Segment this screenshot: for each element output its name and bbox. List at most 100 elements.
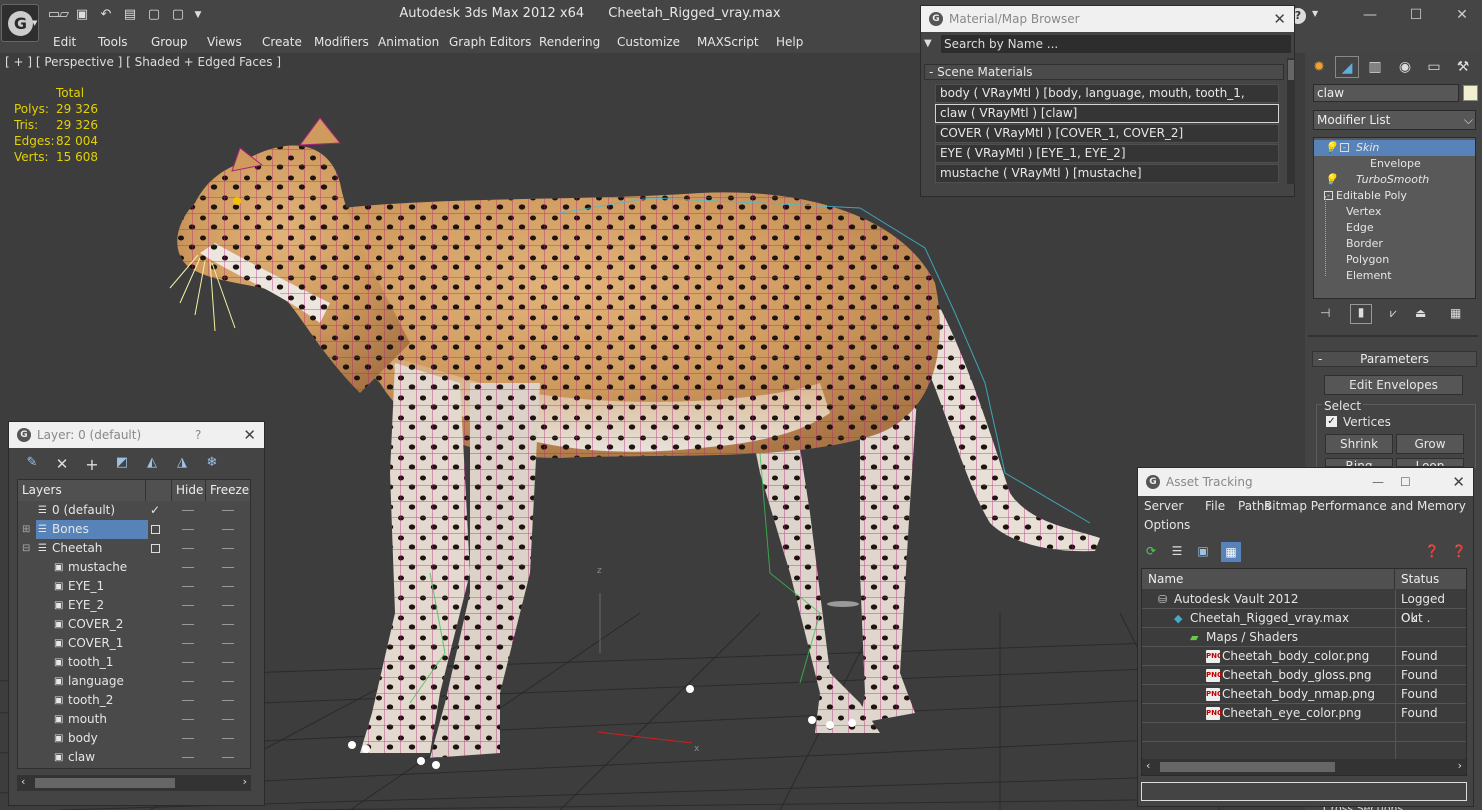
browser-options-icon[interactable]: ▼ <box>924 38 932 49</box>
minimize-icon[interactable]: — <box>1352 5 1388 25</box>
menu-create[interactable]: Create <box>262 33 302 51</box>
close-icon[interactable]: ✕ <box>243 422 256 448</box>
menu-file[interactable]: File <box>1205 499 1225 513</box>
asset-row[interactable]: ⛁ Autodesk Vault 2012 Logged Out . <box>1142 590 1466 625</box>
modifier-list-dropdown[interactable]: Modifier List ⌵ <box>1313 110 1476 130</box>
edit-envelopes-button[interactable]: Edit Envelopes <box>1324 375 1463 395</box>
menu-bitmap-performance[interactable]: Bitmap Performance and Memory <box>1264 499 1466 513</box>
hide-all-icon[interactable]: ◮ <box>172 455 192 473</box>
material-item[interactable]: claw ( VRayMtl ) [claw] <box>935 104 1279 123</box>
quick-access-dropdown-icon[interactable]: ▼ <box>190 7 206 23</box>
menu-graph-editors[interactable]: Graph Editors <box>449 33 531 51</box>
expand-icon[interactable]: ⊟ <box>22 539 30 558</box>
object-name-input[interactable]: claw <box>1313 84 1459 102</box>
hold-icon[interactable]: ▢ <box>146 7 162 23</box>
stack-item-skin[interactable]: 💡 - Skin <box>1314 140 1475 156</box>
freeze-toggle[interactable] <box>222 510 234 511</box>
stack-item-border[interactable]: Border <box>1314 236 1475 252</box>
collapse-icon[interactable]: - <box>1340 143 1349 152</box>
hide-toggle[interactable] <box>182 605 194 606</box>
list-view-icon[interactable]: ☰ <box>1169 544 1185 560</box>
parameters-rollout-header[interactable]: - Parameters <box>1312 351 1477 367</box>
stack-item-turbosmooth[interactable]: 💡 TurboSmooth <box>1314 172 1475 188</box>
layer-window-titlebar[interactable]: G Layer: 0 (default) ? ✕ <box>9 422 264 448</box>
freeze-toggle[interactable] <box>222 700 234 701</box>
stack-item-element[interactable]: Element <box>1314 268 1475 284</box>
asset-row[interactable]: PNG Cheetah_body_nmap.png Found <box>1142 685 1466 704</box>
expand-icon[interactable]: ⊞ <box>22 520 30 539</box>
save-file-icon[interactable]: ▣ <box>74 7 90 23</box>
lightbulb-icon[interactable]: 💡 <box>1324 172 1338 188</box>
freeze-toggle[interactable] <box>222 738 234 739</box>
material-browser-scrollbar[interactable] <box>1287 58 1295 184</box>
material-item[interactable]: EYE ( VRayMtl ) [EYE_1, EYE_2] <box>935 144 1279 163</box>
highlight-layer-icon[interactable]: ◭ <box>142 455 162 473</box>
hide-toggle[interactable] <box>182 548 194 549</box>
maximize-icon[interactable]: ☐ <box>1398 5 1434 25</box>
menu-maxscript[interactable]: MAXScript <box>697 33 759 51</box>
layer-row[interactable]: ▣ tooth_1 <box>18 653 250 672</box>
menu-help[interactable]: Help <box>776 33 803 51</box>
menu-animation[interactable]: Animation <box>378 33 439 51</box>
menu-views[interactable]: Views <box>207 33 242 51</box>
table-view-icon[interactable]: ▦ <box>1221 542 1241 562</box>
help-icon[interactable]: ❓ <box>1424 544 1440 560</box>
freeze-column-header[interactable]: Freeze <box>206 480 250 501</box>
menu-group[interactable]: Group <box>151 33 188 51</box>
asset-row[interactable]: PNG Cheetah_body_color.png Found <box>1142 647 1466 666</box>
hide-column-header[interactable]: Hide <box>172 480 206 501</box>
hide-toggle[interactable] <box>182 529 194 530</box>
hide-toggle[interactable] <box>182 567 194 568</box>
freeze-toggle[interactable] <box>222 624 234 625</box>
open-file-icon[interactable]: ▱ <box>56 7 72 23</box>
project-folder-icon[interactable]: ▤ <box>122 7 138 23</box>
menu-server[interactable]: Server <box>1144 499 1183 513</box>
layer-row[interactable]: ▣ EYE_1 <box>18 577 250 596</box>
lightbulb-icon[interactable]: 💡 <box>1324 140 1338 156</box>
add-to-layer-icon[interactable]: + <box>82 455 102 474</box>
stack-item-envelope[interactable]: Envelope <box>1314 156 1475 172</box>
menu-tools[interactable]: Tools <box>98 33 128 51</box>
hide-toggle[interactable] <box>182 738 194 739</box>
motion-tab-icon[interactable]: ◉ <box>1393 56 1417 78</box>
material-search-input[interactable]: Search by Name ... <box>941 35 1291 53</box>
pin-stack-icon[interactable]: ⊣ <box>1320 306 1330 326</box>
refresh-icon[interactable]: ⟳ <box>1143 544 1159 560</box>
show-end-result-icon[interactable]: ▮ <box>1350 304 1372 324</box>
minimize-icon[interactable]: — <box>1372 468 1384 496</box>
modify-tab-icon[interactable]: ◢ <box>1335 56 1359 78</box>
close-icon[interactable]: ✕ <box>1444 5 1480 25</box>
asset-row[interactable]: ◆ Cheetah_Rigged_vray.max Ok <box>1142 609 1466 628</box>
freeze-toggle[interactable] <box>222 719 234 720</box>
current-column-header[interactable] <box>146 480 172 501</box>
hide-toggle[interactable] <box>182 719 194 720</box>
layer-row[interactable]: ▣ language <box>18 672 250 691</box>
create-tab-icon[interactable]: ✹ <box>1307 56 1331 78</box>
current-layer-check-icon[interactable]: ✓ <box>150 501 160 520</box>
cheetah-model[interactable] <box>169 117 1100 769</box>
status-column-header[interactable]: Status <box>1395 569 1466 589</box>
stack-item-editable-poly[interactable]: - Editable Poly <box>1314 188 1475 204</box>
layer-row[interactable]: ▣ tooth_2 <box>18 691 250 710</box>
hide-toggle[interactable] <box>182 700 194 701</box>
layer-row[interactable]: ⊞ ☰ Bones <box>18 520 250 539</box>
stack-item-edge[interactable]: Edge <box>1314 220 1475 236</box>
hide-toggle[interactable] <box>182 662 194 663</box>
material-item[interactable]: COVER ( VRayMtl ) [COVER_1, COVER_2] <box>935 124 1279 143</box>
object-color-swatch[interactable] <box>1463 85 1478 101</box>
layer-row[interactable]: ☰ 0 (default) ✓ <box>18 501 250 520</box>
help-dropdown-icon[interactable]: ▼ <box>1312 9 1318 18</box>
menu-edit[interactable]: Edit <box>53 33 76 51</box>
fetch-icon[interactable]: ▢ <box>170 7 186 23</box>
context-help-icon[interactable]: ❓ <box>1451 544 1467 560</box>
grow-button[interactable]: Grow <box>1396 434 1464 454</box>
asset-horizontal-scrollbar[interactable]: ‹ › <box>1142 759 1466 775</box>
freeze-toggle[interactable] <box>222 529 234 530</box>
close-icon[interactable]: ✕ <box>1273 6 1286 32</box>
freeze-toggle[interactable] <box>222 662 234 663</box>
modifier-stack[interactable]: 💡 - Skin Envelope 💡 TurboSmooth - Editab… <box>1313 137 1476 299</box>
freeze-toggle[interactable] <box>222 757 234 758</box>
select-objects-icon[interactable]: ◩ <box>112 455 132 473</box>
close-icon[interactable]: ✕ <box>1452 468 1465 496</box>
layer-row[interactable]: ▣ COVER_1 <box>18 634 250 653</box>
